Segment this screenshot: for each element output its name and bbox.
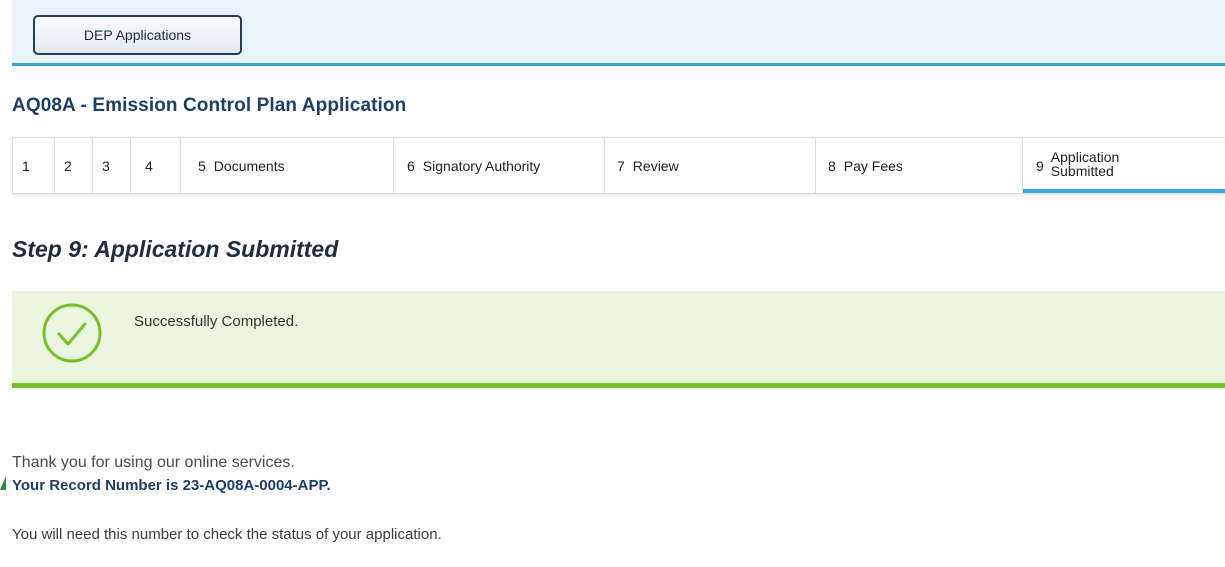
step-heading: Step 9: Application Submitted <box>12 236 339 262</box>
step-number: 6 <box>407 157 415 174</box>
step-number: 8 <box>828 157 836 174</box>
thank-you-text: Thank you for using our online services. <box>12 454 295 471</box>
step-label: Documents <box>213 157 285 174</box>
application-title: AQ08A - Emission Control Plan Applicatio… <box>12 95 407 116</box>
top-bar: DEP Applications <box>12 0 1225 66</box>
step-6-signatory-authority[interactable]: 6 Signatory Authority <box>394 138 605 193</box>
step-number: 9 <box>1036 157 1044 174</box>
step-label: Review <box>632 157 679 174</box>
step-5-documents[interactable]: 5 Documents <box>181 138 394 193</box>
status-note: You will need this number to check the s… <box>12 526 442 543</box>
step-4[interactable]: 4 <box>131 138 181 193</box>
step-8-pay-fees[interactable]: 8 Pay Fees <box>816 138 1023 193</box>
step-2[interactable]: 2 <box>55 138 93 193</box>
step-label: Pay Fees <box>843 157 903 174</box>
dep-applications-button[interactable]: DEP Applications <box>33 15 242 55</box>
step-7-review[interactable]: 7 Review <box>605 138 816 193</box>
step-3[interactable]: 3 <box>93 138 131 193</box>
record-number: Your Record Number is 23-AQ08A-0004-APP. <box>12 477 331 494</box>
success-message: Successfully Completed. <box>134 313 299 330</box>
check-circle-icon <box>42 303 102 363</box>
step-number: 3 <box>102 157 110 174</box>
step-label-line2: Submitted <box>1050 162 1114 179</box>
step-1[interactable]: 1 <box>13 138 55 193</box>
step-number: 2 <box>64 157 72 174</box>
step-navigation: 1 2 3 4 5 Documents 6 Signatory Authorit… <box>12 137 1225 194</box>
step-label: Signatory Authority <box>422 157 541 174</box>
decorative-arrow-icon <box>0 476 6 490</box>
step-number: 1 <box>22 157 30 174</box>
step-number: 7 <box>617 157 625 174</box>
step-9-application-submitted[interactable]: 9 Application Submitted <box>1023 138 1225 193</box>
step-number: 4 <box>145 157 153 174</box>
step-label: Application Submitted <box>1051 150 1120 178</box>
success-banner: Successfully Completed. <box>12 291 1225 388</box>
step-number: 5 <box>198 157 206 174</box>
